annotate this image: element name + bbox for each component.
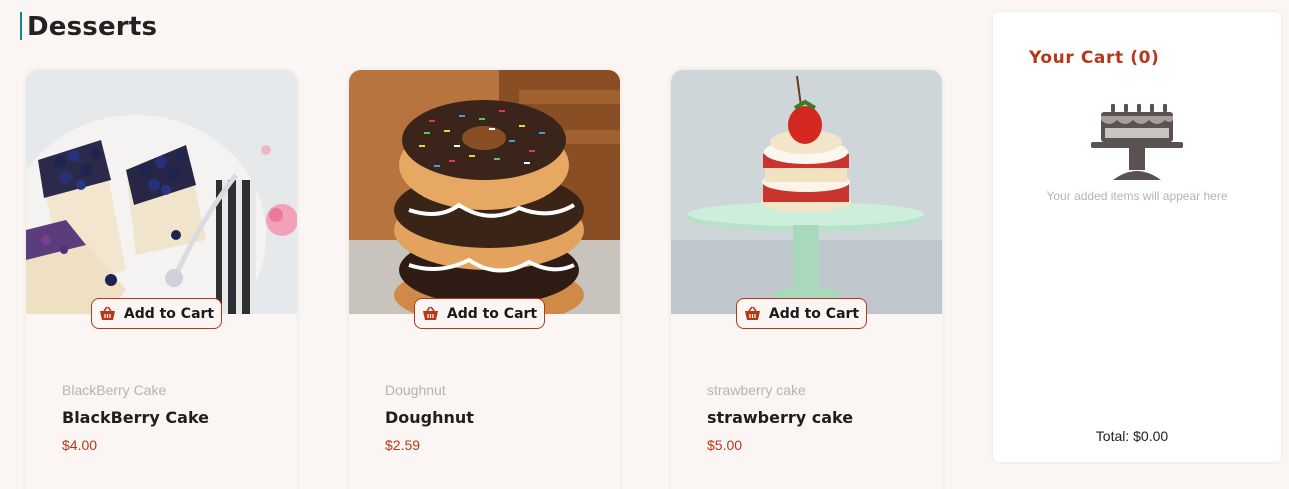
product-card-blackberry-cake: Add to Cart BlackBerry Cake BlackBerry C… — [26, 70, 297, 489]
product-price: $2.59 — [385, 437, 421, 453]
product-price: $4.00 — [62, 437, 98, 453]
product-name: Doughnut — [385, 408, 474, 427]
add-to-cart-label: Add to Cart — [446, 305, 538, 322]
product-category: Doughnut — [385, 382, 446, 398]
cart-title: Your Cart (0) — [1029, 48, 1160, 68]
cart-total: Total: $0.00 — [1095, 428, 1169, 444]
basket-icon — [744, 306, 760, 320]
product-card-strawberry-cake: Add to Cart strawberry cake strawberry c… — [671, 70, 942, 489]
doughnut-stack-photo — [349, 70, 620, 314]
product-card-doughnut: Add to Cart Doughnut Doughnut $2.59 — [349, 70, 620, 489]
page-title: Desserts — [27, 12, 158, 42]
cart-empty-message: Your added items will appear here — [1046, 189, 1228, 203]
product-name: BlackBerry Cake — [62, 408, 210, 427]
add-to-cart-button[interactable]: Add to Cart — [414, 298, 545, 329]
title-accent-bar — [20, 12, 22, 40]
product-name: strawberry cake — [707, 408, 854, 427]
product-category: BlackBerry Cake — [62, 382, 167, 398]
add-to-cart-label: Add to Cart — [123, 305, 215, 322]
blackberry-cheesecake-photo — [26, 70, 297, 314]
add-to-cart-button[interactable]: Add to Cart — [91, 298, 222, 329]
product-price: $5.00 — [707, 437, 743, 453]
add-to-cart-button[interactable]: Add to Cart — [736, 298, 867, 329]
add-to-cart-label: Add to Cart — [768, 305, 860, 322]
cart-panel: Your Cart (0) Your added items will appe… — [993, 12, 1281, 462]
product-category: strawberry cake — [707, 382, 806, 398]
basket-icon — [99, 306, 115, 320]
cake-icon — [1091, 104, 1183, 180]
basket-icon — [422, 306, 438, 320]
strawberry-shortcake-photo — [671, 70, 942, 314]
